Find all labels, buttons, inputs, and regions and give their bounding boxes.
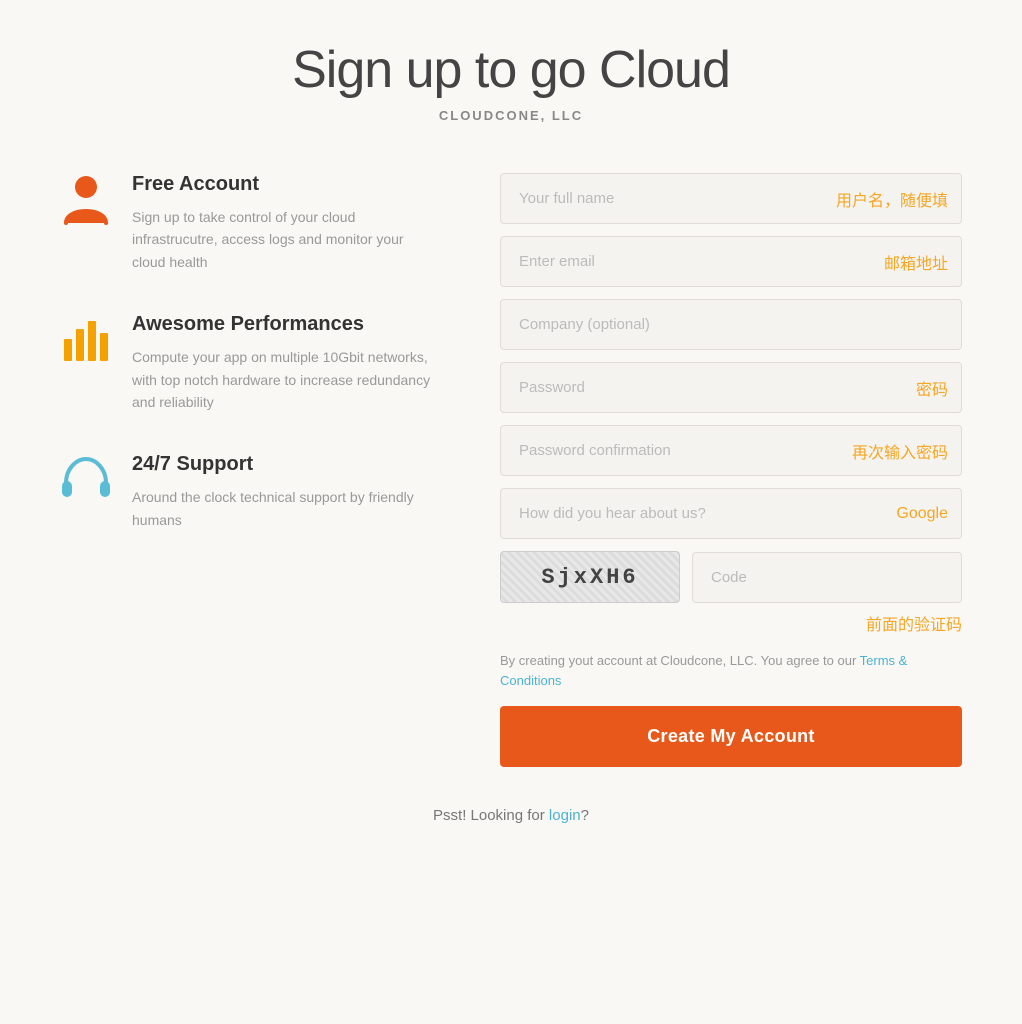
login-link[interactable]: login bbox=[549, 807, 581, 824]
feature-support-text: 24/7 Support Around the clock technical … bbox=[132, 453, 440, 531]
page-title: Sign up to go Cloud bbox=[60, 40, 962, 100]
referral-input[interactable] bbox=[500, 488, 962, 539]
feature-performances: Awesome Performances Compute your app on… bbox=[60, 313, 440, 413]
bars-icon bbox=[60, 313, 112, 365]
fullname-input[interactable] bbox=[500, 173, 962, 224]
captcha-row: SjxXH6 bbox=[500, 551, 962, 603]
terms-prefix: By creating yout account at Cloudcone, L… bbox=[500, 653, 860, 668]
header: Sign up to go Cloud CLOUDCONE, LLC bbox=[60, 40, 962, 123]
footer-suffix: ? bbox=[581, 807, 589, 824]
footer-text: Psst! Looking for bbox=[433, 807, 549, 824]
feature-free-account: Free Account Sign up to take control of … bbox=[60, 173, 440, 273]
feature-free-account-desc: Sign up to take control of your cloud in… bbox=[132, 206, 440, 273]
password-field-wrapper: 密码 bbox=[500, 362, 962, 413]
password-confirm-input[interactable] bbox=[500, 425, 962, 476]
feature-free-account-text: Free Account Sign up to take control of … bbox=[132, 173, 440, 273]
main-content: Free Account Sign up to take control of … bbox=[60, 173, 962, 767]
feature-free-account-title: Free Account bbox=[132, 173, 440, 196]
company-input[interactable] bbox=[500, 299, 962, 350]
feature-performances-title: Awesome Performances bbox=[132, 313, 440, 336]
email-field-wrapper: 邮箱地址 bbox=[500, 236, 962, 287]
features-list: Free Account Sign up to take control of … bbox=[60, 173, 440, 531]
feature-support: 24/7 Support Around the clock technical … bbox=[60, 453, 440, 531]
captcha-annotation: 前面的验证码 bbox=[500, 611, 962, 635]
password-confirm-field-wrapper: 再次输入密码 bbox=[500, 425, 962, 476]
company-name: CLOUDCONE, LLC bbox=[60, 108, 962, 123]
email-input[interactable] bbox=[500, 236, 962, 287]
feature-support-title: 24/7 Support bbox=[132, 453, 440, 476]
company-field-wrapper bbox=[500, 299, 962, 350]
captcha-image: SjxXH6 bbox=[500, 551, 680, 603]
feature-performances-desc: Compute your app on multiple 10Gbit netw… bbox=[132, 346, 440, 413]
password-input[interactable] bbox=[500, 362, 962, 413]
referral-field-wrapper: Google bbox=[500, 488, 962, 539]
headphones-icon bbox=[60, 453, 112, 505]
captcha-input[interactable] bbox=[692, 552, 962, 603]
page-wrapper: Sign up to go Cloud CLOUDCONE, LLC Free … bbox=[0, 0, 1022, 884]
person-icon bbox=[60, 173, 112, 225]
feature-support-desc: Around the clock technical support by fr… bbox=[132, 486, 440, 531]
create-account-button[interactable]: Create My Account bbox=[500, 706, 962, 767]
terms-text: By creating yout account at Cloudcone, L… bbox=[500, 651, 962, 690]
captcha-text: SjxXH6 bbox=[541, 565, 638, 590]
feature-performances-text: Awesome Performances Compute your app on… bbox=[132, 313, 440, 413]
footer: Psst! Looking for login? bbox=[60, 807, 962, 824]
fullname-field-wrapper: 用户名，随便填 bbox=[500, 173, 962, 224]
signup-form: 用户名，随便填 邮箱地址 密码 再次输入密码 bbox=[500, 173, 962, 767]
captcha-input-wrapper bbox=[692, 552, 962, 603]
